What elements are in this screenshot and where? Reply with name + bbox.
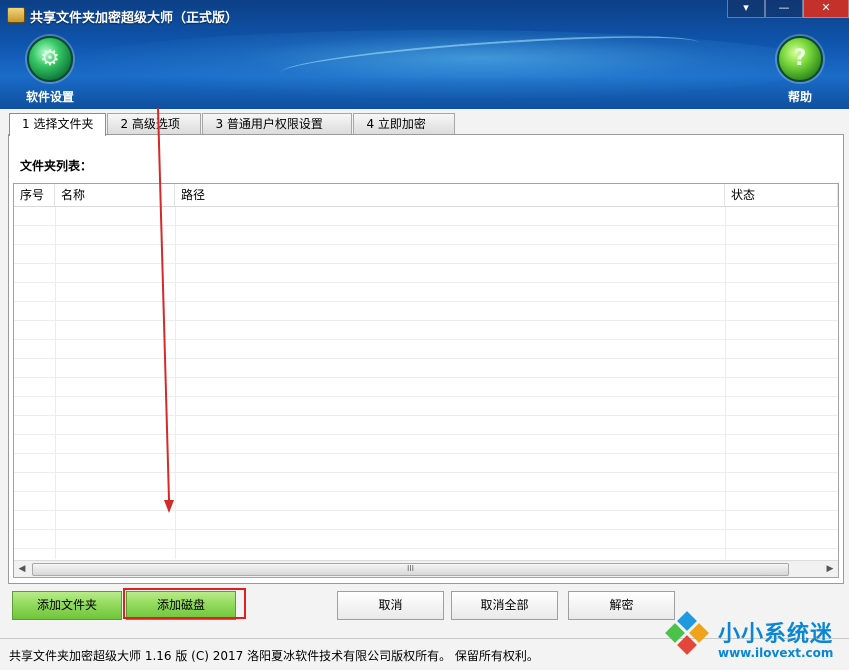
- menu-icon[interactable]: ▾: [727, 0, 765, 18]
- help-button[interactable]: ? 帮助: [770, 36, 830, 105]
- tab-encrypt-now[interactable]: 4 立即加密: [353, 113, 456, 134]
- scrollbar-thumb[interactable]: III: [32, 563, 789, 576]
- watermark: 小小系统迷 www.ilovext.com: [660, 608, 849, 669]
- tab-user-permissions[interactable]: 3 普通用户权限设置: [202, 113, 353, 134]
- help-icon: ?: [777, 36, 823, 82]
- folder-list-label: 文件夹列表：: [20, 159, 93, 173]
- tab-advanced-options[interactable]: 2 高级选项: [107, 113, 202, 134]
- cancel-all-button[interactable]: 取消全部: [451, 591, 558, 620]
- folder-list[interactable]: 序号 名称 路径 状态 ◀ III ▶: [13, 183, 839, 578]
- window-title: 共享文件夹加密超级大师（正式版）: [30, 11, 239, 26]
- settings-label: 软件设置: [25, 90, 74, 104]
- column-divider: [725, 207, 726, 559]
- list-header: 序号 名称 路径 状态: [14, 184, 838, 207]
- column-divider: [55, 207, 56, 559]
- scroll-right-icon[interactable]: ▶: [822, 561, 838, 577]
- column-status[interactable]: 状态: [725, 184, 838, 206]
- tab-select-folder[interactable]: 1 选择文件夹: [9, 113, 107, 136]
- add-disk-button[interactable]: 添加磁盘: [126, 591, 236, 620]
- column-index[interactable]: 序号: [14, 184, 55, 206]
- tab-panel: 文件夹列表： 序号 名称 路径 状态 ◀ III ▶: [8, 134, 844, 584]
- watermark-url: www.ilovext.com: [718, 646, 834, 660]
- help-label: 帮助: [787, 90, 812, 104]
- watermark-name: 小小系统迷: [718, 622, 834, 647]
- status-text: 共享文件夹加密超级大师 1.16 版 (C) 2017 洛阳夏冰软件技术有限公司…: [9, 649, 539, 663]
- decrypt-button[interactable]: 解密: [568, 591, 675, 620]
- cancel-button[interactable]: 取消: [337, 591, 444, 620]
- scroll-left-icon[interactable]: ◀: [14, 561, 30, 577]
- horizontal-scrollbar[interactable]: ◀ III ▶: [14, 560, 838, 577]
- column-path[interactable]: 路径: [175, 184, 725, 206]
- title-header: 共享文件夹加密超级大师（正式版） ▾ — ✕ ⚙ 软件设置 ? 帮助: [0, 0, 849, 109]
- gear-icon: ⚙: [27, 36, 73, 82]
- add-folder-button[interactable]: 添加文件夹: [12, 591, 122, 620]
- settings-button[interactable]: ⚙ 软件设置: [20, 36, 80, 105]
- minimize-icon[interactable]: —: [765, 0, 803, 18]
- app-icon: [7, 7, 25, 23]
- window-controls: ▾ — ✕: [727, 0, 849, 18]
- column-divider: [175, 207, 176, 559]
- list-body[interactable]: [14, 207, 838, 559]
- column-name[interactable]: 名称: [55, 184, 175, 206]
- close-icon[interactable]: ✕: [803, 0, 849, 18]
- tab-bar: 1 选择文件夹 2 高级选项 3 普通用户权限设置 4 立即加密: [9, 113, 456, 136]
